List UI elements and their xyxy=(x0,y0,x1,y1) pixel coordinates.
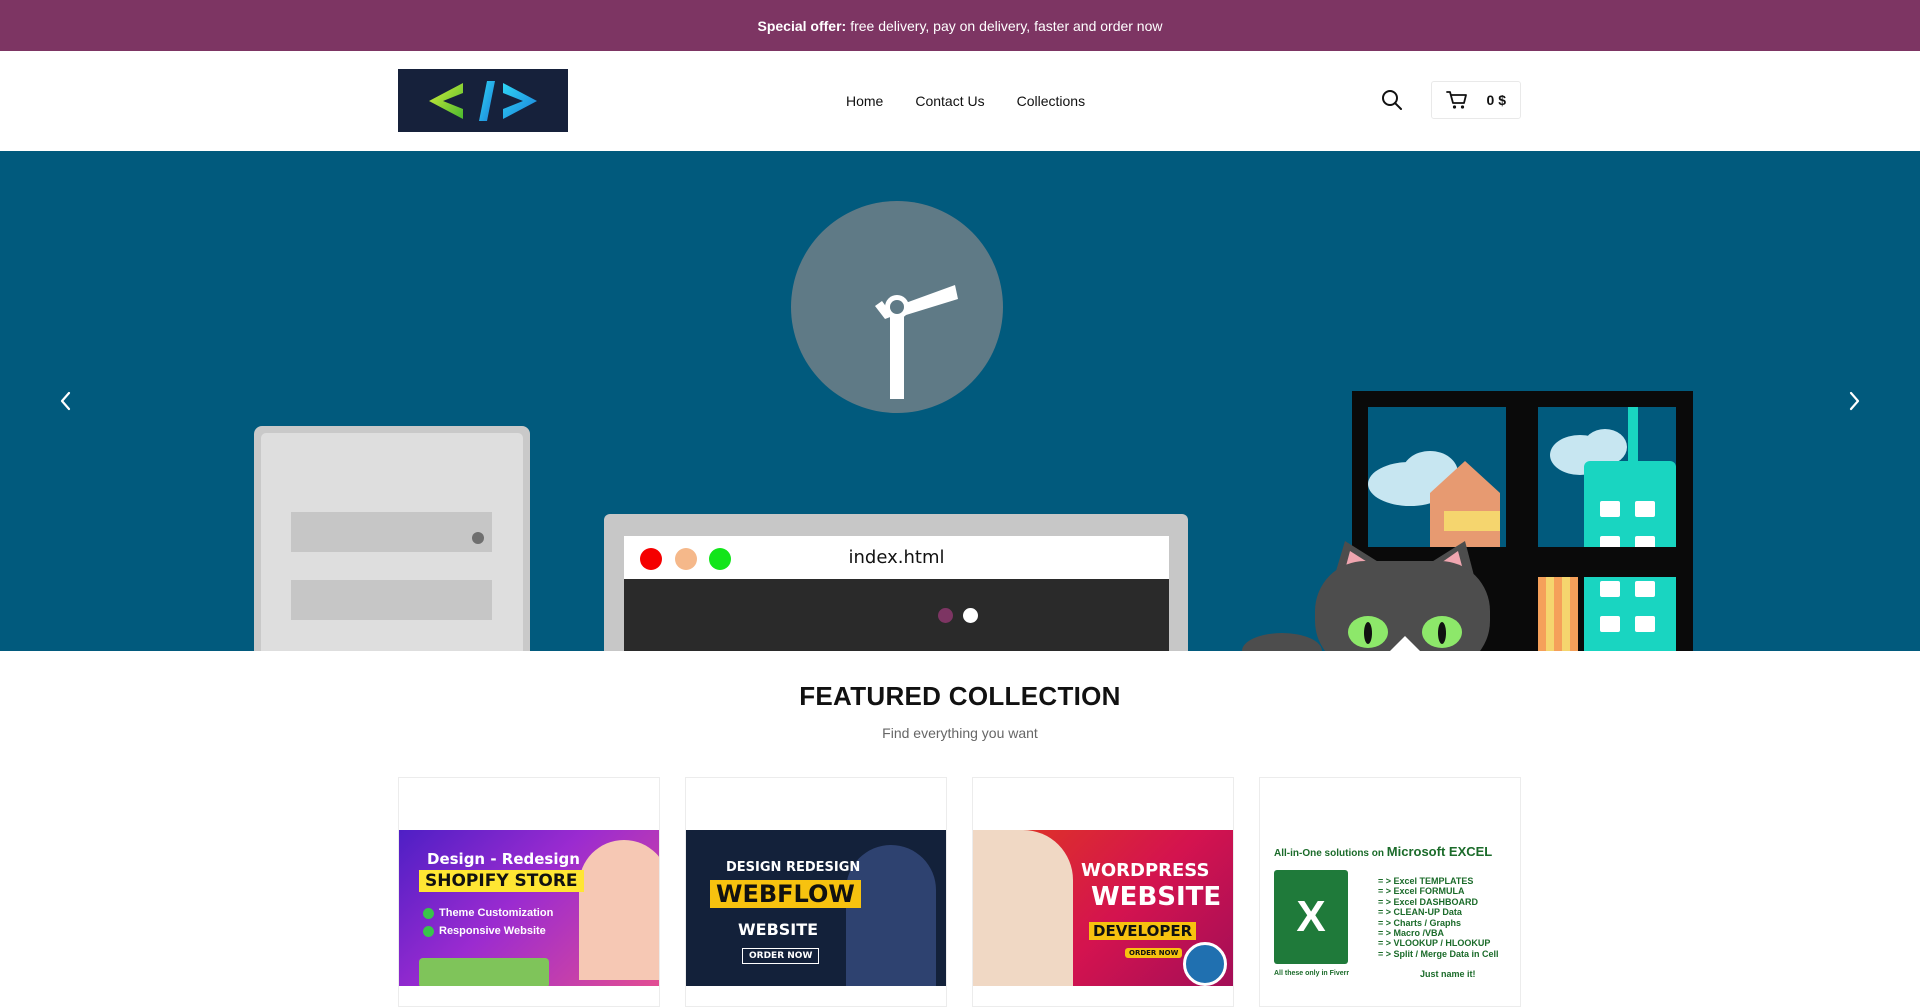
slider-prev-button[interactable] xyxy=(52,386,80,416)
webflow-cta: ORDER NOW xyxy=(742,948,820,964)
shopify-line2: SHOPIFY STORE xyxy=(419,870,584,892)
product-image-wordpress: WORDPRESS WEBSITE DEVELOPER ORDER NOW xyxy=(973,830,1233,986)
excel-feature-list: = > Excel TEMPLATES = > Excel FORMULA = … xyxy=(1378,876,1499,959)
shopify-bullet1: Theme Customization xyxy=(423,907,553,919)
excel-feature: = > Excel FORMULA xyxy=(1378,886,1465,897)
person-illustration xyxy=(579,840,659,980)
main-nav: Home Contact Us Collections xyxy=(846,51,1085,151)
wordpress-line3: DEVELOPER xyxy=(1089,922,1197,940)
announcement-bar: Special offer: free delivery, pay on del… xyxy=(0,0,1920,51)
product-card-wordpress[interactable]: WORDPRESS WEBSITE DEVELOPER ORDER NOW xyxy=(972,777,1234,1007)
cat-icon xyxy=(1242,541,1490,651)
money-illustration xyxy=(419,958,549,986)
nav-contact-us[interactable]: Contact Us xyxy=(915,93,984,109)
shopify-bullet1-text: Theme Customization xyxy=(439,907,554,919)
wordpress-logo-icon xyxy=(1183,942,1227,986)
excel-header: All-in-One solutions on Microsoft EXCEL xyxy=(1274,844,1492,859)
excel-feature: = > Charts / Graphs xyxy=(1378,917,1462,928)
site-header: Home Contact Us Collections 0 $ xyxy=(0,51,1920,151)
announcement-bold: Special offer: xyxy=(757,17,847,34)
slider-next-button[interactable] xyxy=(1840,386,1868,416)
cart-total: 0 $ xyxy=(1486,92,1506,108)
excel-feature: = > Split / Merge Data in Cell xyxy=(1378,948,1499,959)
featured-subtitle: Find everything you want xyxy=(882,725,1038,741)
slider-dot-2[interactable] xyxy=(963,608,978,623)
chevron-left-icon xyxy=(60,391,71,411)
slider-dot-1-active[interactable] xyxy=(938,608,953,623)
excel-feature: = > Excel TEMPLATES xyxy=(1378,876,1474,886)
excel-header-pre: All-in-One solutions on xyxy=(1274,848,1384,859)
browser-tab-filename: index.html xyxy=(848,547,945,568)
shopify-bullet2: Responsive Website xyxy=(423,925,546,937)
featured-title: FEATURED COLLECTION xyxy=(799,681,1121,711)
cart-icon xyxy=(1446,91,1467,109)
code-brackets-logo-icon xyxy=(429,80,537,121)
shopify-line1: Design - Redesign xyxy=(427,850,580,868)
product-card-shopify[interactable]: Design - Redesign SHOPIFY STORE Theme Cu… xyxy=(398,777,660,1007)
excel-header-brand: Microsoft EXCEL xyxy=(1386,844,1493,859)
excel-feature: = > CLEAN-UP Data xyxy=(1378,907,1462,918)
check-icon xyxy=(423,907,434,919)
check-icon xyxy=(423,925,434,937)
slider-dots xyxy=(938,608,978,623)
browser-window-icon xyxy=(604,514,1188,651)
excel-footer-right: Just name it! xyxy=(1420,969,1476,979)
wordpress-line1: WORDPRESS xyxy=(1081,860,1210,881)
hero-slider: index.html xyxy=(0,151,1920,651)
search-button[interactable] xyxy=(1381,89,1403,111)
person-illustration xyxy=(973,830,1073,986)
product-card-excel[interactable]: All-in-One solutions on Microsoft EXCEL … xyxy=(1259,777,1521,1007)
webflow-line3: WEBSITE xyxy=(738,920,819,939)
product-image-excel: All-in-One solutions on Microsoft EXCEL … xyxy=(1260,830,1520,986)
excel-feature: = > Macro /VBA xyxy=(1378,928,1445,939)
nav-home[interactable]: Home xyxy=(846,93,883,109)
shopify-bullet2-text: Responsive Website xyxy=(439,925,546,937)
site-logo[interactable] xyxy=(398,69,568,132)
cart-button[interactable]: 0 $ xyxy=(1431,81,1521,119)
excel-footer-left: All these only in Fiverr xyxy=(1274,970,1350,977)
wordpress-cta: ORDER NOW xyxy=(1125,948,1183,958)
wordpress-line2: WEBSITE xyxy=(1091,882,1222,912)
excel-feature: = > VLOOKUP / HLOOKUP xyxy=(1378,938,1491,949)
server-icon xyxy=(254,426,530,651)
excel-feature: = > Excel DASHBOARD xyxy=(1378,896,1479,907)
clock-icon xyxy=(791,201,1003,413)
webflow-line2: WEBFLOW xyxy=(710,880,861,908)
announcement-text: free delivery, pay on delivery, faster a… xyxy=(850,17,1163,34)
product-image-shopify: Design - Redesign SHOPIFY STORE Theme Cu… xyxy=(399,830,659,986)
product-card-webflow[interactable]: DESIGN REDESIGN WEBFLOW WEBSITE ORDER NO… xyxy=(685,777,947,1007)
excel-logo-icon: X xyxy=(1274,870,1348,964)
nav-collections[interactable]: Collections xyxy=(1017,93,1085,109)
featured-collection: FEATURED COLLECTION Find everything you … xyxy=(0,651,1920,1007)
chevron-right-icon xyxy=(1849,391,1860,411)
product-image-webflow: DESIGN REDESIGN WEBFLOW WEBSITE ORDER NO… xyxy=(686,830,946,986)
search-icon xyxy=(1382,90,1402,110)
webflow-line1: DESIGN REDESIGN xyxy=(726,860,861,875)
